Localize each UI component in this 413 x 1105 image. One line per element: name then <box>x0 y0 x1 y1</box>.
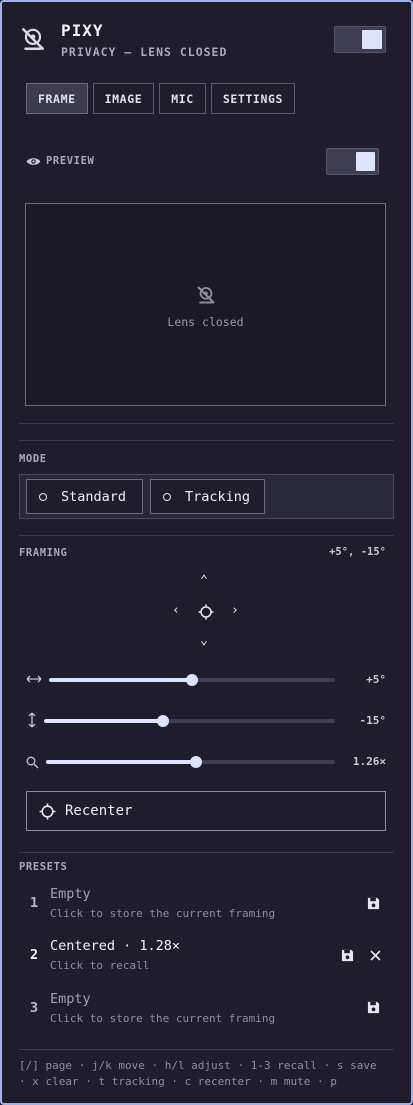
pan-right-icon[interactable]: › <box>231 603 239 618</box>
recenter-button[interactable]: Recenter <box>26 791 386 831</box>
save-icon[interactable] <box>367 897 380 910</box>
pan-slider-fill <box>49 678 192 682</box>
mode-label: Standard <box>61 488 127 505</box>
divider <box>19 1049 394 1050</box>
mode-standard-button[interactable]: Standard <box>26 479 143 514</box>
crosshair-icon <box>39 803 56 819</box>
mode-label: Tracking <box>185 488 251 505</box>
save-icon[interactable] <box>341 949 354 962</box>
preset-hint: Click to recall <box>50 959 150 972</box>
vertical-arrows-icon <box>28 712 36 728</box>
center-target-icon[interactable] <box>198 604 214 620</box>
tab-frame[interactable]: FRAME <box>26 83 88 114</box>
divider <box>19 440 394 441</box>
tilt-slider-thumb[interactable] <box>157 715 169 727</box>
tab-mic[interactable]: MIC <box>159 83 206 114</box>
framing-label: FRAMING <box>19 547 68 559</box>
divider <box>19 423 394 424</box>
preset-hint: Click to store the current framing <box>50 907 276 920</box>
preset-title: Empty <box>50 886 91 902</box>
preview-label: PREVIEW <box>46 155 95 167</box>
preset-number: 3 <box>30 1000 39 1016</box>
divider <box>19 535 394 536</box>
mode-tracking-button[interactable]: Tracking <box>150 479 265 514</box>
preset-title: Empty <box>50 991 91 1007</box>
camera-off-icon <box>22 28 44 50</box>
preset-number: 2 <box>30 947 39 963</box>
preset-title: Centered · 1.28× <box>50 938 181 954</box>
eye-icon <box>26 157 41 165</box>
pan-up-icon[interactable]: ⌃ <box>200 573 208 588</box>
zoom-slider-thumb[interactable] <box>190 756 202 768</box>
preview-toggle[interactable] <box>326 148 379 175</box>
tilt-slider-fill <box>44 719 163 723</box>
zoom-slider-fill <box>46 760 196 764</box>
save-icon[interactable] <box>367 1001 380 1014</box>
radio-icon <box>163 492 171 501</box>
hint-line: · x clear · t tracking · c recenter · m … <box>19 1075 337 1088</box>
divider <box>19 852 394 853</box>
zoom-value: 1.26× <box>352 755 386 768</box>
toggle-knob <box>356 152 375 171</box>
pan-slider-thumb[interactable] <box>186 674 198 686</box>
preview-header: PREVIEW <box>26 155 94 167</box>
close-icon[interactable] <box>370 950 381 961</box>
lens-status: Lens closed <box>167 315 244 329</box>
mode-label: MODE <box>19 453 47 465</box>
preset-hint: Click to store the current framing <box>50 1012 276 1025</box>
radio-icon <box>39 492 47 501</box>
framing-value: +5°, -15° <box>329 546 386 558</box>
tilt-value: -15° <box>359 714 387 727</box>
horizontal-arrows-icon <box>26 675 42 683</box>
preset-number: 1 <box>30 895 39 911</box>
app-status: PRIVACY — LENS CLOSED <box>61 45 228 59</box>
pan-value: +5° <box>366 673 386 686</box>
presets-label: PRESETS <box>19 861 68 873</box>
app-title: PIXY <box>61 21 104 40</box>
tab-settings[interactable]: SETTINGS <box>210 83 296 114</box>
toggle-knob <box>362 30 382 49</box>
pan-down-icon[interactable]: ⌄ <box>200 633 208 648</box>
camera-off-icon <box>197 286 215 304</box>
tab-bar: FRAME IMAGE MIC SETTINGS <box>26 83 296 114</box>
pan-left-icon[interactable]: ‹ <box>172 603 180 618</box>
recenter-label: Recenter <box>65 803 133 819</box>
keyboard-hints: [/] page · j/k move · h/l adjust · 1-3 r… <box>19 1058 394 1090</box>
hint-line: [/] page · j/k move · h/l adjust · 1-3 r… <box>19 1059 377 1072</box>
tab-image[interactable]: IMAGE <box>92 83 155 114</box>
zoom-icon <box>26 756 39 769</box>
privacy-toggle[interactable] <box>334 26 386 53</box>
